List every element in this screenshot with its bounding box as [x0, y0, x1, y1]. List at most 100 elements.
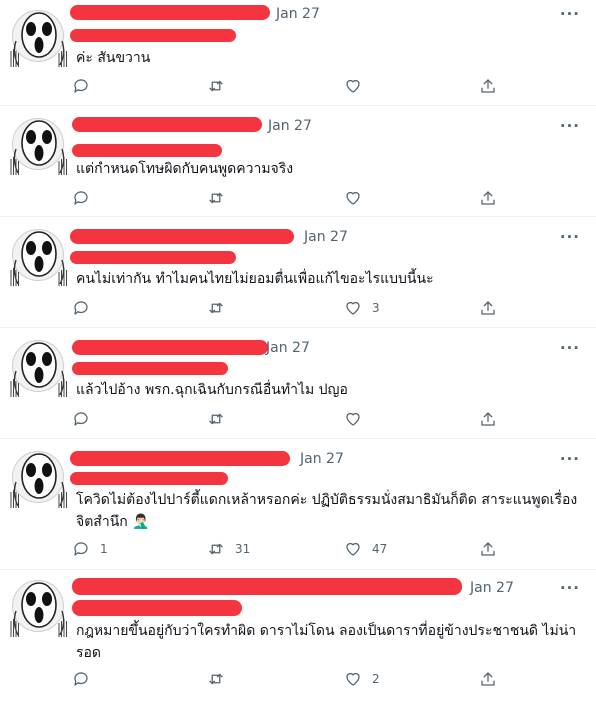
- tweet-date[interactable]: Jan 27: [304, 229, 348, 245]
- share-button[interactable]: [479, 408, 497, 430]
- reply-icon: [74, 412, 88, 426]
- avatar[interactable]: [10, 118, 68, 176]
- avatar[interactable]: [10, 340, 68, 398]
- tweet-text-line: โควิดไม่ต้องไปปาร์ตี้แดกเหล้าหรอกค่ะ ปฏิ…: [76, 492, 578, 508]
- reply-button[interactable]: [72, 75, 100, 97]
- more-horizontal-icon[interactable]: ···: [560, 228, 580, 246]
- heart-icon: [346, 672, 360, 686]
- retweet-button[interactable]: [207, 187, 235, 209]
- heart-icon: [346, 301, 360, 315]
- redacted-handle: [70, 472, 228, 485]
- like-count: 47: [372, 542, 388, 556]
- reply-icon: [74, 191, 88, 205]
- avatar[interactable]: [10, 580, 68, 638]
- reply-icon: [74, 79, 88, 93]
- tweet-text: แต่กำหนดโทษผิดกับคนพูดความจริง: [76, 161, 294, 177]
- tweet-actions: 3: [72, 297, 582, 319]
- reply-count: 1: [100, 542, 108, 556]
- reply-button[interactable]: [72, 187, 100, 209]
- tweet-date[interactable]: Jan 27: [300, 451, 344, 467]
- heart-icon: [346, 542, 360, 556]
- tweet[interactable]: Jan 27 ··· โควิดไม่ต้องไปปาร์ตี้แดกเหล้า…: [0, 439, 596, 570]
- tweet-text: โควิดไม่ต้องไปปาร์ตี้แดกเหล้าหรอกค่ะ ปฏิ…: [76, 489, 580, 533]
- share-icon: [481, 412, 495, 426]
- tweet-date[interactable]: Jan 27: [266, 340, 310, 356]
- more-horizontal-icon[interactable]: ···: [560, 5, 580, 23]
- redacted-handle: [72, 600, 242, 616]
- tweet[interactable]: Jan 27 ··· ค่ะ สันขวาน: [0, 0, 596, 106]
- share-button[interactable]: [479, 668, 497, 690]
- tweet-actions: 1 31 47: [72, 538, 582, 560]
- tweet-actions: [72, 75, 582, 97]
- share-button[interactable]: [479, 538, 497, 560]
- tweet-text-line: รอด: [76, 645, 102, 661]
- like-button[interactable]: [344, 75, 372, 97]
- tweet-date[interactable]: Jan 27: [268, 118, 312, 134]
- share-icon: [481, 301, 495, 315]
- retweet-icon: [209, 673, 223, 685]
- redacted-username: [70, 5, 270, 20]
- avatar[interactable]: [10, 229, 68, 287]
- share-icon: [481, 542, 495, 556]
- retweet-button[interactable]: 31: [207, 538, 250, 560]
- tweet-date[interactable]: Jan 27: [470, 580, 514, 596]
- redacted-username: [70, 451, 290, 466]
- redacted-username: [72, 117, 262, 132]
- reply-button[interactable]: [72, 408, 100, 430]
- avatar[interactable]: [10, 10, 68, 68]
- retweet-icon: [209, 543, 223, 555]
- retweet-icon: [209, 80, 223, 92]
- scream-face-avatar-icon: [10, 582, 68, 638]
- redacted-username: [72, 578, 462, 595]
- scream-face-avatar-icon: [10, 231, 68, 287]
- more-horizontal-icon[interactable]: ···: [560, 339, 580, 357]
- reply-button[interactable]: [72, 668, 100, 690]
- scream-face-avatar-icon: [10, 453, 68, 509]
- like-count: 3: [372, 301, 380, 315]
- redacted-username: [70, 229, 294, 244]
- redacted-handle: [72, 362, 228, 375]
- heart-icon: [346, 191, 360, 205]
- share-button[interactable]: [479, 75, 497, 97]
- retweet-button[interactable]: [207, 75, 235, 97]
- retweet-button[interactable]: [207, 668, 235, 690]
- tweet-actions: [72, 187, 582, 209]
- tweet-text-line: กฎหมายขึ้นอยู่กับว่าใครทำผิด ดาราไม่โดน …: [76, 623, 577, 639]
- tweet[interactable]: Jan 27 ··· แต่กำหนดโทษผิดกับคนพูดความจริ…: [0, 106, 596, 217]
- avatar[interactable]: [10, 451, 68, 509]
- like-button[interactable]: 2: [344, 668, 380, 690]
- tweet-text: คนไม่เท่ากัน ทำไมคนไทยไม่ยอมตื่นเพื่อแก้…: [76, 271, 434, 287]
- tweet[interactable]: Jan 27 ··· แล้วไปอ้าง พรก.ฉุกเฉินกับกรณี…: [0, 328, 596, 439]
- more-horizontal-icon[interactable]: ···: [560, 117, 580, 135]
- tweet[interactable]: Jan 27 ··· กฎหมายขึ้นอยู่กับว่าใครทำผิด …: [0, 570, 596, 704]
- redacted-username: [72, 340, 268, 355]
- more-horizontal-icon[interactable]: ···: [560, 450, 580, 468]
- share-button[interactable]: [479, 187, 497, 209]
- like-button[interactable]: 3: [344, 297, 380, 319]
- tweet[interactable]: Jan 27 ··· คนไม่เท่ากัน ทำไมคนไทยไม่ยอมต…: [0, 217, 596, 328]
- more-horizontal-icon[interactable]: ···: [560, 579, 580, 597]
- heart-icon: [346, 412, 360, 426]
- retweet-icon: [209, 413, 223, 425]
- tweet-actions: [72, 408, 582, 430]
- retweet-button[interactable]: [207, 408, 235, 430]
- tweet-text: กฎหมายขึ้นอยู่กับว่าใครทำผิด ดาราไม่โดน …: [76, 620, 580, 664]
- retweet-icon: [209, 302, 223, 314]
- like-button[interactable]: [344, 408, 372, 430]
- retweet-icon: [209, 192, 223, 204]
- reply-button[interactable]: [72, 297, 100, 319]
- redacted-handle: [70, 251, 236, 264]
- tweet-date[interactable]: Jan 27: [276, 6, 320, 22]
- share-button[interactable]: [479, 297, 497, 319]
- share-icon: [481, 191, 495, 205]
- tweet-actions: 2: [72, 668, 582, 690]
- retweet-button[interactable]: [207, 297, 235, 319]
- tweet-text: ค่ะ สันขวาน: [76, 50, 151, 66]
- reply-icon: [74, 672, 88, 686]
- scream-face-avatar-icon: [10, 120, 68, 176]
- scream-face-avatar-icon: [10, 342, 68, 398]
- share-icon: [481, 672, 495, 686]
- reply-button[interactable]: 1: [72, 538, 108, 560]
- like-button[interactable]: [344, 187, 372, 209]
- like-button[interactable]: 47: [344, 538, 387, 560]
